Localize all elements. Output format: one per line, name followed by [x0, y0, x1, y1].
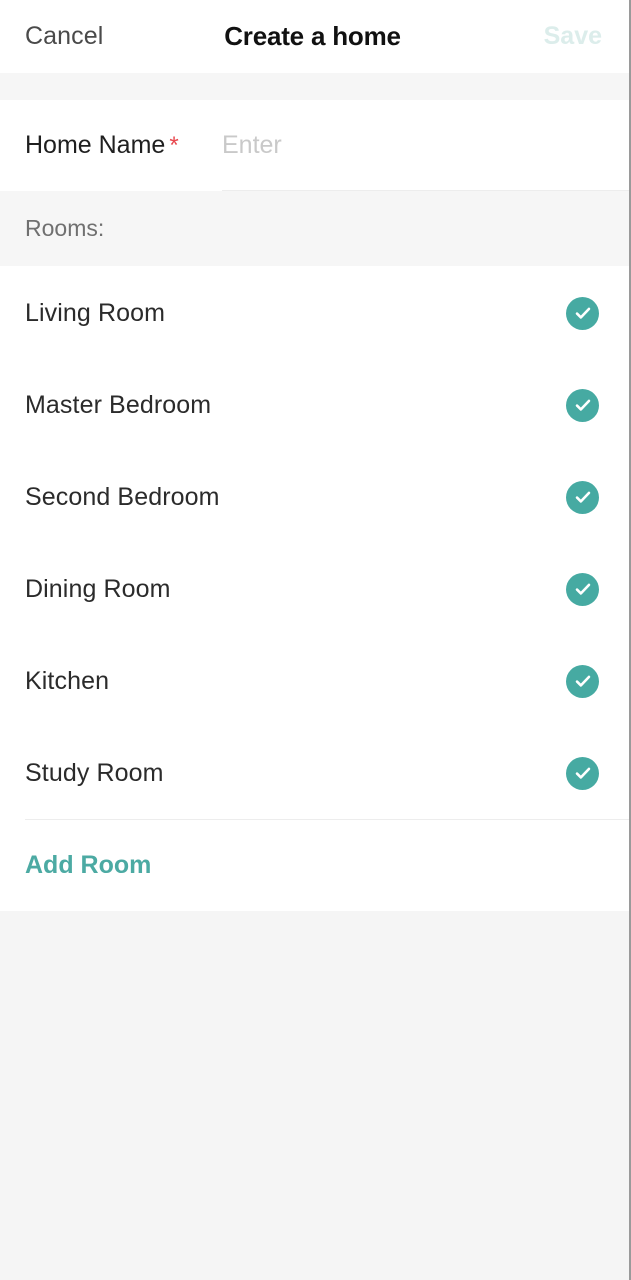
app-viewport: Cancel Create a home Save Home Name * Ro… — [0, 0, 631, 1280]
home-name-input[interactable] — [222, 100, 629, 191]
room-label: Living Room — [25, 298, 166, 327]
page-title: Create a home — [224, 21, 401, 51]
home-name-label: Home Name — [25, 131, 166, 159]
room-label: Study Room — [25, 758, 164, 787]
room-label: Dining Room — [25, 574, 171, 603]
check-circle-icon[interactable] — [566, 480, 599, 514]
add-room-label: Add Room — [25, 851, 152, 879]
required-asterisk-icon: * — [169, 132, 179, 159]
list-item[interactable]: Living Room — [0, 267, 629, 359]
nav-bar: Cancel Create a home Save — [0, 0, 629, 73]
home-name-row: Home Name * — [0, 100, 629, 191]
room-label: Master Bedroom — [25, 390, 212, 419]
check-circle-icon[interactable] — [566, 664, 599, 698]
list-item[interactable]: Kitchen — [0, 635, 629, 727]
check-circle-icon[interactable] — [566, 296, 599, 330]
room-label: Kitchen — [25, 666, 110, 695]
list-item[interactable]: Dining Room — [0, 543, 629, 635]
home-name-label-group: Home Name * — [25, 131, 179, 160]
list-item[interactable]: Study Room — [0, 727, 629, 819]
check-circle-icon[interactable] — [566, 756, 599, 790]
room-label: Second Bedroom — [25, 482, 220, 511]
list-item[interactable]: Master Bedroom — [0, 359, 629, 451]
save-button[interactable]: Save — [544, 0, 602, 73]
rooms-list: Living Room Master Bedroom Second Bedroo… — [0, 266, 629, 911]
list-item[interactable]: Second Bedroom — [0, 451, 629, 543]
nav-spacer — [0, 73, 629, 100]
check-circle-icon[interactable] — [566, 388, 599, 422]
rooms-section-header: Rooms: — [0, 191, 629, 266]
add-room-button[interactable]: Add Room — [25, 819, 629, 911]
page-background-filler — [0, 911, 629, 1274]
check-circle-icon[interactable] — [566, 572, 599, 606]
